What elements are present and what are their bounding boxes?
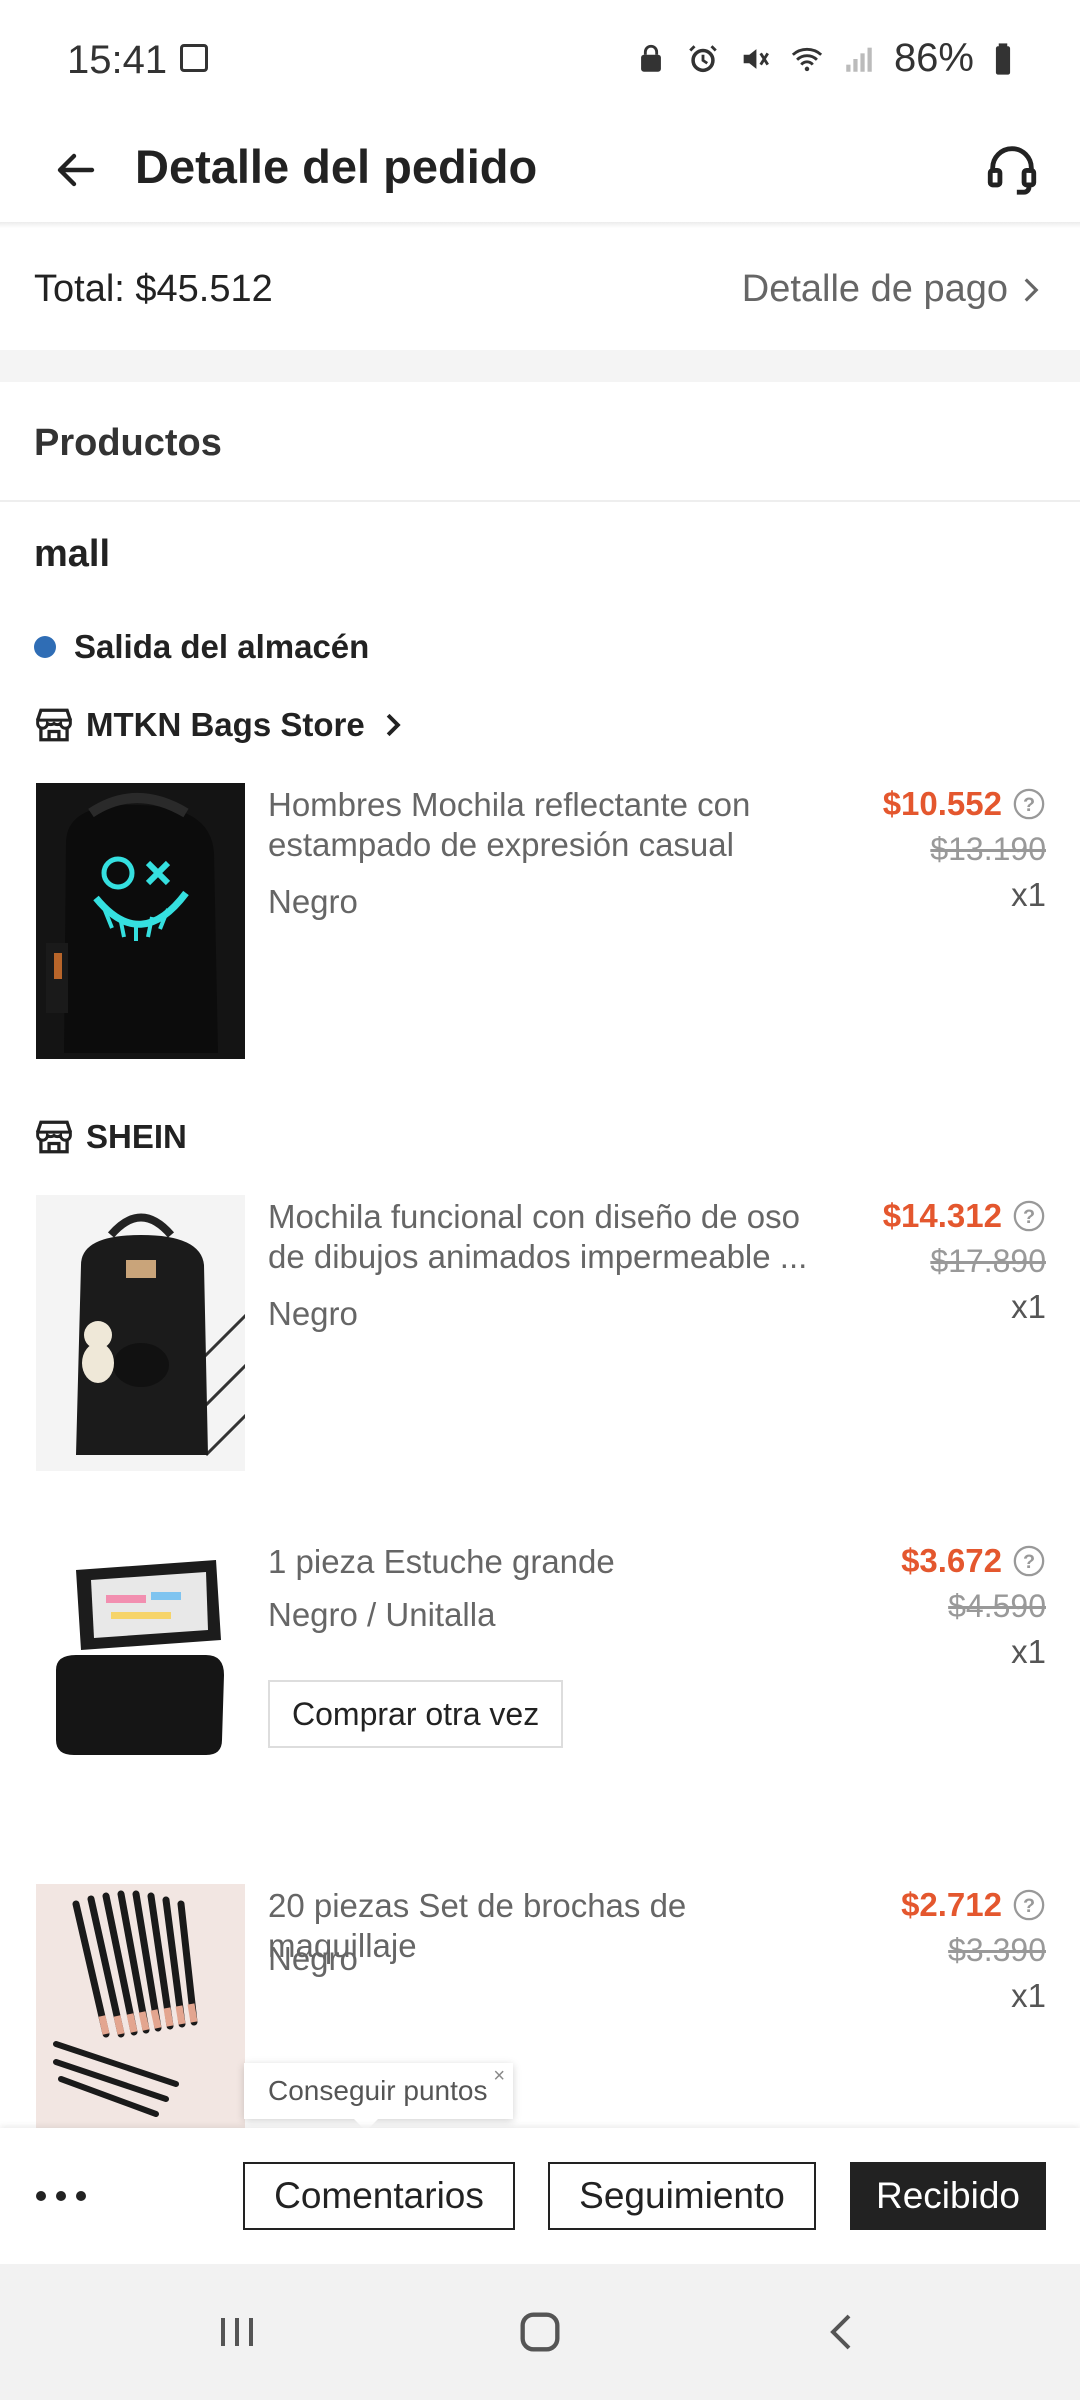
product-item[interactable]: 20 piezas Set de brochas de maquillaje N… <box>0 1884 1080 2128</box>
product-item[interactable]: Mochila funcional con diseño de oso de d… <box>0 1195 1080 1471</box>
recents-icon <box>221 2318 253 2346</box>
signal-icon <box>846 47 872 72</box>
product-item[interactable]: Hombres Mochila reflectante con estampad… <box>0 783 1080 1059</box>
status-dot-icon <box>34 636 56 658</box>
original-price: $13.190 <box>930 831 1046 867</box>
chevron-right-icon <box>1024 277 1039 302</box>
back-button[interactable] <box>36 130 116 210</box>
help-circle-icon[interactable]: ? <box>1012 1199 1046 1233</box>
product-variant: Negro <box>268 1295 358 1332</box>
price-box: $10.552 ? $13.190 x1 <box>883 785 1046 914</box>
price-box: $14.312 ? $17.890 x1 <box>883 1197 1046 1326</box>
nav-back-button[interactable] <box>808 2302 878 2362</box>
products-title: Productos <box>34 422 222 464</box>
home-button[interactable] <box>505 2302 575 2362</box>
order-total-row: Total: $45.512 Detalle de pago <box>0 228 1080 350</box>
screenshot-indicator-icon <box>180 44 208 72</box>
original-price: $17.890 <box>930 1243 1046 1279</box>
sale-price: $2.712 <box>901 1886 1002 1923</box>
order-action-bar: Comentarios Seguimiento Recibido <box>0 2128 1080 2264</box>
status-bar: 15:41 86% <box>0 0 1080 120</box>
sale-price: $14.312 <box>882 1197 1002 1234</box>
system-nav-bar <box>0 2264 1080 2400</box>
home-icon <box>520 2312 560 2352</box>
wifi-icon <box>791 47 823 71</box>
sale-price: $3.672 <box>901 1542 1002 1579</box>
products-section-header: Productos <box>0 382 1080 502</box>
payment-detail-link[interactable]: Detalle de pago <box>742 268 1040 311</box>
product-variant: Negro <box>268 883 358 920</box>
product-name: Hombres Mochila reflectante con estampad… <box>268 786 751 863</box>
lock-alert-icon <box>641 44 661 72</box>
received-button[interactable]: Recibido <box>850 2162 1046 2230</box>
page-title: Detalle del pedido <box>135 140 538 193</box>
store-link-mtkn[interactable]: MTKN Bags Store <box>34 706 403 744</box>
store-name: MTKN Bags Store <box>86 706 365 743</box>
product-image-makeup-brushes[interactable] <box>36 1884 245 2128</box>
quantity: x1 <box>1011 1288 1046 1325</box>
price-box: $2.712 ? $3.390 x1 <box>901 1886 1046 2015</box>
mall-label: mall <box>34 533 111 575</box>
nav-back-icon <box>830 2314 851 2350</box>
status-icons: 86% <box>634 36 1014 81</box>
store-link-shein[interactable]: SHEIN <box>34 1118 187 1156</box>
product-price: $10.552 ? <box>883 785 1046 823</box>
section-separator <box>0 350 1080 382</box>
price-box: $3.672 ? $4.590 x1 <box>901 1542 1046 1671</box>
tracking-button[interactable]: Seguimiento <box>548 2162 816 2230</box>
battery-icon <box>995 42 1011 75</box>
mute-icon <box>743 48 769 69</box>
svg-text:?: ? <box>1023 1206 1035 1228</box>
order-total: Total: $45.512 <box>34 268 273 310</box>
product-variant: Negro <box>268 1940 358 1977</box>
shipment-status-text: Salida del almacén <box>74 628 370 665</box>
customer-service-button[interactable] <box>972 128 1052 208</box>
product-image-bear-backpack[interactable] <box>36 1195 245 1471</box>
original-price: $3.390 <box>948 1932 1046 1968</box>
headset-icon <box>987 146 1037 195</box>
store-icon <box>36 708 72 742</box>
back-arrow-icon <box>57 153 95 187</box>
more-options-button[interactable] <box>36 2168 100 2224</box>
shipment-status: Salida del almacén <box>34 628 369 666</box>
more-dots-icon <box>36 2191 46 2201</box>
svg-text:?: ? <box>1023 1895 1035 1917</box>
points-tooltip-text: Conseguir puntos <box>268 2075 488 2106</box>
help-circle-icon[interactable]: ? <box>1012 787 1046 821</box>
payment-detail-label: Detalle de pago <box>741 268 1008 310</box>
store-name: SHEIN <box>86 1118 187 1155</box>
alarm-icon <box>689 44 717 72</box>
svg-text:?: ? <box>1023 1551 1035 1573</box>
quantity: x1 <box>1011 876 1046 913</box>
app-bar: Detalle del pedido <box>0 120 1080 222</box>
product-price: $14.312 ? <box>883 1197 1046 1235</box>
points-tooltip[interactable]: Conseguir puntos × <box>244 2063 513 2131</box>
status-time: 15:41 <box>67 38 168 82</box>
chevron-right-icon <box>386 713 401 737</box>
product-name: Mochila funcional con diseño de oso de d… <box>268 1198 808 1275</box>
sale-price: $10.552 <box>882 785 1002 822</box>
buy-again-button[interactable]: Comprar otra vez <box>268 1680 564 1748</box>
product-image-pencil-case[interactable] <box>36 1540 245 1816</box>
product-price: $3.672 ? <box>901 1542 1046 1580</box>
quantity: x1 <box>1011 1633 1046 1670</box>
product-item[interactable]: 1 pieza Estuche grande Negro / Unitalla … <box>0 1540 1080 1816</box>
product-price: $2.712 ? <box>901 1886 1046 1924</box>
help-circle-icon[interactable]: ? <box>1012 1544 1046 1578</box>
close-icon[interactable]: × <box>493 2065 505 2088</box>
recents-button[interactable] <box>202 2302 272 2362</box>
product-variant: Negro / Unitalla <box>268 1596 496 1633</box>
product-name: 1 pieza Estuche grande <box>268 1543 615 1580</box>
product-image-backpack-reflective[interactable] <box>36 783 245 1059</box>
store-icon <box>36 1120 72 1154</box>
original-price: $4.590 <box>948 1588 1046 1624</box>
svg-text:?: ? <box>1023 794 1035 816</box>
comments-button[interactable]: Comentarios <box>243 2162 515 2230</box>
quantity: x1 <box>1011 1977 1046 2014</box>
battery-percent: 86% <box>893 36 974 80</box>
help-circle-icon[interactable]: ? <box>1012 1888 1046 1922</box>
